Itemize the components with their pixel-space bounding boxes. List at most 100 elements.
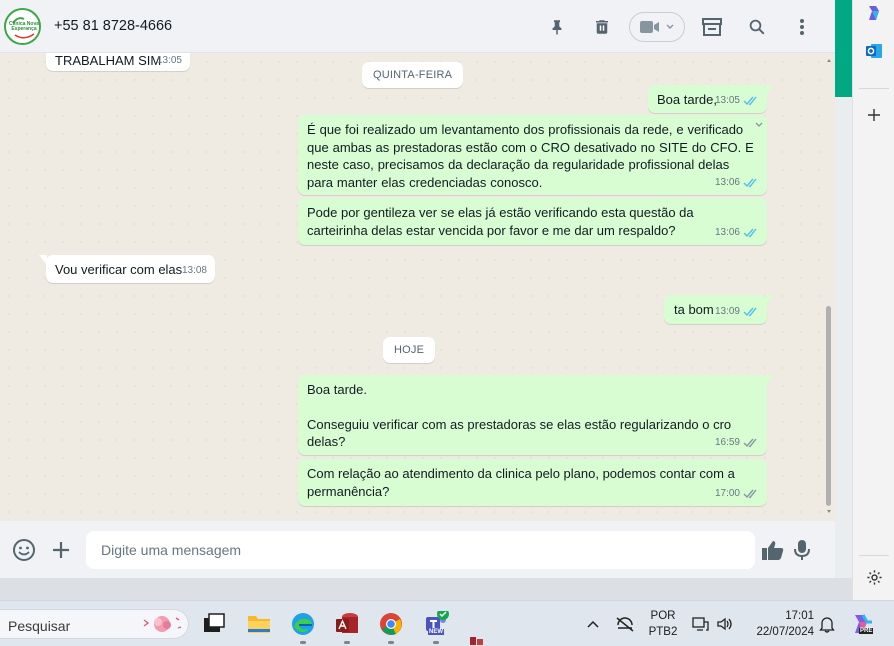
- message-text: Boa tarde,: [657, 92, 717, 107]
- message-outgoing[interactable]: Boa tarde. Conseguiu verificar com as pr…: [298, 375, 774, 455]
- language-indicator[interactable]: POR PTB2: [645, 610, 681, 638]
- delete-button[interactable]: [587, 12, 617, 42]
- message-time: 17:00: [714, 487, 740, 499]
- message-text: ta bom: [674, 302, 714, 317]
- delivered-ticks-icon: [743, 438, 757, 448]
- chrome-button[interactable]: [378, 611, 404, 637]
- emoji-icon: [13, 539, 35, 561]
- message-text: Vou verificar com elas: [55, 262, 183, 277]
- pin-button[interactable]: [542, 12, 572, 42]
- add-icon: [868, 109, 880, 121]
- file-explorer-button[interactable]: [246, 611, 272, 637]
- browser-sidebar: [852, 0, 894, 600]
- clock-date: 22/07/2024: [756, 626, 814, 638]
- search-icon: [749, 19, 765, 35]
- teams-new-badge: NEW: [428, 629, 444, 635]
- message-time: 16:59: [714, 436, 740, 448]
- show-hidden-icons-icon[interactable]: [587, 620, 599, 628]
- video-call-button[interactable]: [629, 12, 685, 42]
- message-text-line1: Boa tarde.: [307, 382, 367, 397]
- language-code: POR: [650, 610, 676, 622]
- bubble-tail: [766, 375, 774, 385]
- scrollbar-thumb[interactable]: [826, 306, 831, 506]
- sidebar-settings-button[interactable]: [863, 566, 885, 588]
- window-edge: [835, 97, 852, 578]
- message-outgoing[interactable]: Boa tarde, 13:05: [648, 85, 774, 113]
- notification-bell-icon[interactable]: [819, 615, 835, 633]
- date-divider: QUINTA-FEIRA: [362, 62, 464, 88]
- outlook-icon: [866, 44, 882, 58]
- date-divider: HOJE: [383, 337, 436, 363]
- message-text: TRABALHAM SIM: [55, 53, 162, 68]
- windows-taskbar: Pesquisar NEW POR PTB2 17:01 22/07/2024: [0, 600, 894, 646]
- chevron-down-icon[interactable]: [755, 121, 763, 129]
- edge-icon: [292, 613, 314, 635]
- message-input[interactable]: [86, 531, 755, 569]
- microphone-button[interactable]: [789, 537, 815, 563]
- sidebar-divider: [859, 88, 889, 89]
- copilot-icon: [869, 6, 879, 20]
- access-button[interactable]: [334, 611, 360, 637]
- copilot-taskbar-button[interactable]: PRE: [850, 612, 874, 636]
- settings-icon: [866, 569, 882, 585]
- bubble-tail: [766, 295, 774, 305]
- read-ticks-icon: [743, 96, 757, 106]
- message-list[interactable]: TRABALHAM SIM 13:05 QUINTA-FEIRA Boa tar…: [0, 53, 835, 521]
- search-chat-button[interactable]: [742, 12, 772, 42]
- thumbs-up-button[interactable]: [760, 537, 786, 563]
- chevron-down-icon: [666, 24, 674, 29]
- edge-button[interactable]: [290, 611, 316, 637]
- running-indicator: [300, 641, 306, 644]
- shop-icon: [702, 18, 722, 36]
- avatar[interactable]: Clínica Nova Esperança: [4, 8, 41, 45]
- message-text: Com relação ao atendimento da clinica pe…: [307, 466, 735, 499]
- add-sidebar-button[interactable]: [863, 104, 885, 126]
- outlook-sidebar-button[interactable]: [863, 40, 885, 62]
- running-indicator: [344, 641, 350, 644]
- message-outgoing[interactable]: Pode por gentileza ver se elas já estão …: [298, 198, 767, 245]
- message-text-line2: Conseguiu verificar com as prestadoras s…: [307, 416, 732, 450]
- contact-name[interactable]: +55 81 8728-4666: [54, 18, 172, 34]
- delivered-ticks-icon: [743, 489, 757, 499]
- video-call-icon: [640, 21, 659, 33]
- folder-icon: [248, 616, 270, 633]
- clock[interactable]: 17:01 22/07/2024: [748, 610, 814, 638]
- emoji-button[interactable]: [11, 537, 37, 563]
- pin-icon: [552, 20, 562, 35]
- message-incoming[interactable]: TRABALHAM SIM 13:05: [46, 53, 190, 71]
- shop-button[interactable]: [697, 12, 727, 42]
- task-view-icon: [204, 613, 225, 632]
- sidebar-divider: [859, 555, 889, 556]
- plus-icon: [53, 542, 69, 558]
- chat-header: Clínica Nova Esperança +55 81 8728-4666: [0, 0, 835, 53]
- access-icon: [336, 613, 358, 633]
- copilot-sidebar-button[interactable]: [863, 2, 885, 24]
- message-time: 13:09: [714, 305, 740, 317]
- device-status-icon[interactable]: [692, 616, 710, 632]
- search-highlight-icon: [143, 616, 182, 632]
- message-outgoing[interactable]: Com relação ao atendimento da clinica pe…: [298, 459, 767, 506]
- read-ticks-icon: [743, 178, 757, 188]
- volume-icon[interactable]: [716, 616, 734, 632]
- trash-icon: [596, 20, 608, 34]
- message-time: 13:05: [156, 54, 182, 66]
- message-time: 13:06: [714, 226, 740, 238]
- menu-button[interactable]: [787, 12, 817, 42]
- message-text: Pode por gentileza ver se elas já estão …: [307, 205, 694, 238]
- message-time: 13:08: [181, 264, 207, 276]
- message-incoming[interactable]: Vou verificar com elas 13:08: [39, 255, 215, 283]
- attach-button[interactable]: [48, 537, 74, 563]
- compose-bar: [0, 521, 835, 578]
- message-text: É que foi realizado um levantamento dos …: [307, 122, 754, 190]
- message-outgoing[interactable]: É que foi realizado um levantamento dos …: [298, 115, 767, 195]
- message-outgoing[interactable]: ta bom 13:09: [664, 295, 774, 324]
- bubble-tail: [766, 85, 774, 95]
- message-time: 13:06: [714, 176, 740, 188]
- task-view-button[interactable]: [201, 611, 227, 637]
- wifi-off-icon[interactable]: [615, 616, 635, 632]
- taskbar-search-placeholder: Pesquisar: [8, 618, 71, 634]
- teams-button[interactable]: NEW: [423, 608, 449, 637]
- taskbar-search-box[interactable]: Pesquisar: [0, 609, 189, 639]
- microphone-icon: [794, 540, 810, 560]
- running-indicator: [433, 641, 439, 644]
